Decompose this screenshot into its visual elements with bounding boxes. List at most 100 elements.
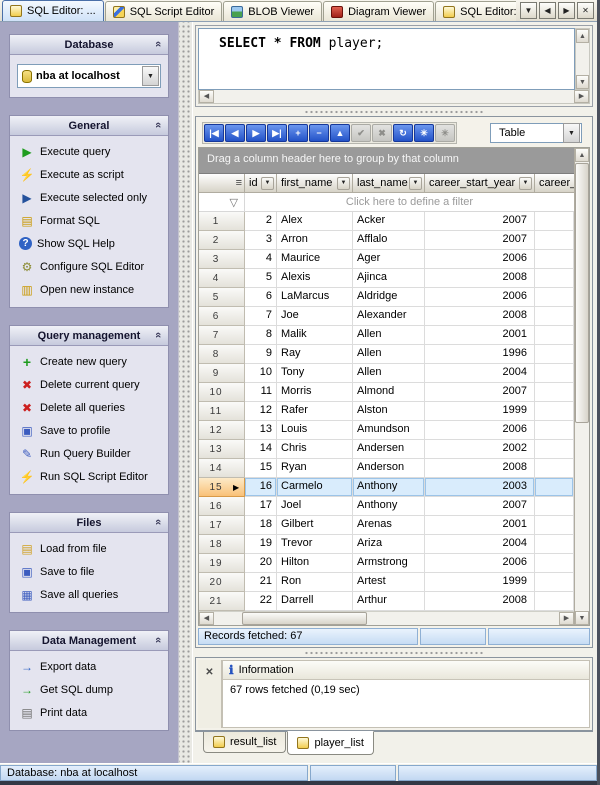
grid-row[interactable]: 8 9 Ray Allen 1996 (199, 345, 574, 364)
grid-vscroll-track[interactable] (575, 162, 589, 611)
row-number-cell[interactable]: 7 (199, 326, 245, 345)
cell-last-name[interactable]: Ager (353, 250, 425, 269)
cell-id[interactable]: 22 (245, 592, 277, 611)
row-number-cell[interactable]: 9 (199, 364, 245, 383)
result-info-splitter[interactable] (195, 648, 593, 657)
row-number-cell[interactable]: 16 (199, 497, 245, 516)
cell-last-name[interactable]: Armstrong (353, 554, 425, 573)
editor-tab[interactable]: SQL Script Editor (105, 1, 223, 21)
cell-last-name[interactable]: Acker (353, 212, 425, 231)
sidebar-item[interactable]: ▤ Format SQL (10, 209, 168, 232)
cell-first-name[interactable]: Morris (277, 383, 353, 402)
cell-id[interactable]: 20 (245, 554, 277, 573)
row-indicator-header[interactable]: ≡ (199, 174, 245, 193)
cell-career-end[interactable] (535, 497, 574, 516)
cell-career-end[interactable] (535, 288, 574, 307)
database-combo[interactable]: nba at localhost ▼ (17, 64, 161, 88)
cell-career-start-year[interactable]: 2006 (425, 288, 535, 307)
cell-career-end[interactable] (535, 554, 574, 573)
general-panel-header[interactable]: General « (10, 116, 168, 136)
cell-career-start-year[interactable]: 2008 (425, 307, 535, 326)
cell-career-start-year[interactable]: 2007 (425, 212, 535, 231)
cell-career-start-year[interactable]: 2001 (425, 516, 535, 535)
cell-id[interactable]: 8 (245, 326, 277, 345)
fetch-all-button[interactable]: ✳ (414, 124, 434, 142)
collapse-chevron-icon[interactable]: « (152, 41, 164, 47)
filter-funnel-cell[interactable]: ▽ (199, 193, 245, 211)
cell-id[interactable]: 15 (245, 459, 277, 478)
query-tab[interactable]: result_list (203, 732, 286, 753)
cell-id[interactable]: 7 (245, 307, 277, 326)
grid-row[interactable]: 16 17 Joel Anthony 2007 (199, 497, 574, 516)
sidebar-item[interactable]: ⚡ Execute as script (10, 163, 168, 186)
query-tab[interactable]: player_list (287, 731, 374, 755)
cell-id[interactable]: 9 (245, 345, 277, 364)
cell-career-end[interactable] (535, 573, 574, 592)
cell-last-name[interactable]: Artest (353, 573, 425, 592)
grid-hscroll-thumb[interactable] (242, 612, 367, 625)
cell-career-end[interactable] (535, 326, 574, 345)
column-filter-dropdown[interactable]: ▼ (409, 177, 422, 190)
filter-define-hint[interactable]: Click here to define a filter (245, 193, 574, 211)
grid-row[interactable]: 15▶ 16 Carmelo Anthony 2003 (199, 478, 574, 497)
grid-row[interactable]: 13 14 Chris Andersen 2002 (199, 440, 574, 459)
cell-last-name[interactable]: Allen (353, 364, 425, 383)
cell-career-start-year[interactable]: 2007 (425, 231, 535, 250)
cell-first-name[interactable]: Gilbert (277, 516, 353, 535)
cell-career-start-year[interactable]: 2006 (425, 250, 535, 269)
row-number-cell[interactable]: 15▶ (199, 478, 245, 497)
cell-first-name[interactable]: Carmelo (277, 478, 353, 497)
editor-scroll-track[interactable] (576, 43, 589, 75)
sidebar-item[interactable]: ▶ Execute query (10, 140, 168, 163)
cell-first-name[interactable]: Rafer (277, 402, 353, 421)
sidebar-item[interactable]: ▥ Open new instance (10, 278, 168, 301)
collapse-chevron-icon[interactable]: « (152, 637, 164, 643)
column-header-id[interactable]: id▼ (245, 174, 277, 193)
editor-hscroll-track[interactable] (214, 90, 574, 103)
cell-first-name[interactable]: Ray (277, 345, 353, 364)
post-edit-button[interactable]: ✔ (351, 124, 371, 142)
column-header-career-end[interactable]: career_ (535, 174, 574, 193)
row-number-cell[interactable]: 6 (199, 307, 245, 326)
column-header-last-name[interactable]: last_name▼ (353, 174, 425, 193)
cell-first-name[interactable]: Maurice (277, 250, 353, 269)
cell-id[interactable]: 2 (245, 212, 277, 231)
group-by-band[interactable]: Drag a column header here to group by th… (199, 148, 574, 174)
row-number-cell[interactable]: 10 (199, 383, 245, 402)
editor-vertical-scrollbar[interactable]: ▲ ▼ (575, 28, 590, 90)
cell-first-name[interactable]: Chris (277, 440, 353, 459)
cell-id[interactable]: 5 (245, 269, 277, 288)
cell-career-start-year[interactable]: 2002 (425, 440, 535, 459)
cell-career-start-year[interactable]: 2008 (425, 269, 535, 288)
row-number-cell[interactable]: 17 (199, 516, 245, 535)
row-number-cell[interactable]: 12 (199, 421, 245, 440)
cell-last-name[interactable]: Arenas (353, 516, 425, 535)
row-number-cell[interactable]: 11 (199, 402, 245, 421)
sidebar-item[interactable]: ? Show SQL Help (10, 232, 168, 255)
sidebar-item[interactable]: ▤ Load from file (10, 537, 168, 560)
fetch-next-button[interactable]: ✳ (435, 124, 455, 142)
scroll-up-button[interactable]: ▲ (576, 29, 589, 43)
grid-row[interactable]: 12 13 Louis Amundson 2006 (199, 421, 574, 440)
cell-first-name[interactable]: Tony (277, 364, 353, 383)
cell-id[interactable]: 16 (245, 478, 277, 497)
cell-id[interactable]: 18 (245, 516, 277, 535)
sidebar-item[interactable]: → Get SQL dump (10, 678, 168, 701)
query-management-panel-header[interactable]: Query management « (10, 326, 168, 346)
editor-tab[interactable]: Diagram Viewer (323, 1, 434, 21)
cell-first-name[interactable]: Joe (277, 307, 353, 326)
cell-career-start-year[interactable]: 2003 (425, 478, 535, 497)
cell-first-name[interactable]: Arron (277, 231, 353, 250)
next-record-button[interactable]: ▶ (246, 124, 266, 142)
cell-last-name[interactable]: Anderson (353, 459, 425, 478)
cell-last-name[interactable]: Ajinca (353, 269, 425, 288)
cell-last-name[interactable]: Alston (353, 402, 425, 421)
sidebar-splitter[interactable] (178, 22, 192, 763)
sidebar-item[interactable]: ⚙ Configure SQL Editor (10, 255, 168, 278)
cell-last-name[interactable]: Afflalo (353, 231, 425, 250)
grid-row[interactable]: 11 12 Rafer Alston 1999 (199, 402, 574, 421)
cell-career-end[interactable] (535, 364, 574, 383)
column-header-first-name[interactable]: first_name▼ (277, 174, 353, 193)
cell-last-name[interactable]: Aldridge (353, 288, 425, 307)
cell-last-name[interactable]: Ariza (353, 535, 425, 554)
